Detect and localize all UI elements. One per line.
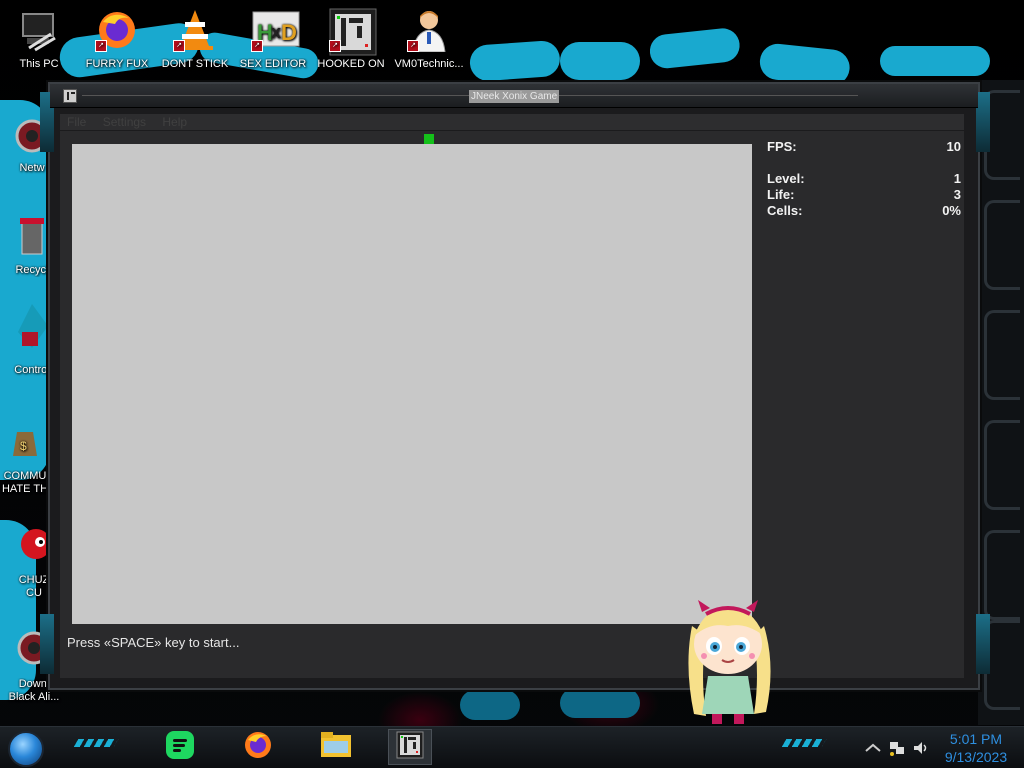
- stat-life: Life: 3: [767, 187, 961, 203]
- network-tray-icon[interactable]: [888, 739, 906, 757]
- xonix-game-icon: ↗: [329, 8, 377, 56]
- xonix-game-icon: [396, 731, 424, 764]
- menu-help[interactable]: Help: [162, 114, 187, 130]
- window-frame-decoration: [976, 614, 990, 674]
- taskbar-clock[interactable]: 5:01 PM 9/13/2023: [936, 730, 1016, 766]
- recycle-bin-icon: [14, 216, 50, 255]
- system-tray: 5:01 PM 9/13/2023: [864, 727, 1016, 768]
- vlc-cone-icon: ↗: [173, 8, 217, 52]
- svg-text:x: x: [271, 22, 281, 42]
- hxd-editor-icon: H x D ↗: [251, 8, 300, 52]
- xonix-app-icon[interactable]: [63, 89, 77, 103]
- taskbar-xonix-game[interactable]: [388, 729, 432, 765]
- shortcut-arrow-icon: ↗: [173, 40, 185, 52]
- stat-fps-value: 10: [946, 139, 961, 154]
- window-frame-decoration: [40, 614, 54, 674]
- status-message: Press «SPACE» key to start...: [67, 635, 240, 650]
- svg-text:$: $: [20, 439, 27, 453]
- stat-level-value: 1: [953, 171, 961, 186]
- money-bag-icon: $: [7, 422, 43, 458]
- stat-cells: Cells: 0%: [767, 203, 961, 219]
- firefox-icon: [243, 730, 273, 765]
- window-titlebar[interactable]: JNeek Xonix Game: [50, 84, 978, 108]
- control-panel-icon: [14, 302, 50, 352]
- shortcut-arrow-icon: ↗: [329, 40, 341, 52]
- taskbar-firefox[interactable]: [236, 729, 280, 765]
- stat-fps-label: FPS:: [767, 139, 797, 154]
- firefox-icon: ↗: [95, 8, 139, 52]
- stat-cells-label: Cells:: [767, 203, 803, 218]
- desktop-icon-dont-stick[interactable]: ↗ DONT STICK: [156, 8, 234, 71]
- desktop-icon-vm0technic[interactable]: ↗ VM0Technic...: [390, 8, 468, 71]
- doctor-avatar-icon: ↗: [407, 8, 451, 53]
- taskbar-file-explorer[interactable]: [314, 729, 358, 765]
- xonix-game-window[interactable]: JNeek Xonix Game File Settings Help FPS:…: [40, 82, 990, 690]
- menu-bar: File Settings Help: [60, 114, 964, 130]
- desktop-icon-commu[interactable]: $ COMMU HATE TH: [0, 422, 50, 496]
- desktop-icon-label: DONT STICK: [161, 58, 229, 70]
- desktop-icon-label: VM0Technic...: [394, 58, 464, 70]
- desktop-icon-this-pc[interactable]: This PC: [0, 8, 78, 71]
- menu-settings[interactable]: Settings: [103, 114, 146, 130]
- shortcut-arrow-icon: ↗: [407, 40, 419, 52]
- window-frame-decoration: [976, 92, 990, 152]
- stat-life-value: 3: [953, 187, 961, 202]
- volume-icon[interactable]: [912, 739, 930, 757]
- taskbar-spotify[interactable]: [158, 729, 202, 765]
- start-button[interactable]: [8, 731, 44, 767]
- spotify-icon: [165, 730, 195, 765]
- player-marker: [424, 134, 434, 144]
- shortcut-arrow-icon: ↗: [251, 40, 263, 52]
- file-explorer-icon: [320, 731, 352, 764]
- desktop-icon-label: SEX EDITOR: [239, 58, 307, 70]
- desktop-icon-label: HOOKED ON: [317, 58, 385, 70]
- stats-panel: FPS: 10 Level: 1 Life: 3 Cells: 0%: [767, 139, 961, 219]
- desktop-icon-label: COMMU: [3, 470, 47, 482]
- stat-fps: FPS: 10: [767, 139, 961, 155]
- desktop-icon-hooked-on[interactable]: ↗ HOOKED ON: [312, 8, 390, 71]
- show-hidden-icons-icon[interactable]: [864, 739, 882, 757]
- desktop-icon-furry-fux[interactable]: ↗ FURRY FUX: [78, 8, 156, 71]
- menu-file[interactable]: File: [67, 114, 86, 130]
- game-client-area: FPS: 10 Level: 1 Life: 3 Cells: 0% Press…: [60, 131, 964, 678]
- desktop-icon-label: FURRY FUX: [85, 58, 149, 70]
- svg-text:D: D: [281, 20, 297, 45]
- stat-life-label: Life:: [767, 187, 795, 202]
- cartoon-sticker: [676, 596, 780, 726]
- taskbar-decoration: [73, 739, 119, 747]
- game-playfield[interactable]: [72, 134, 752, 624]
- desktop-icon-sex-editor[interactable]: H x D ↗ SEX EDITOR: [234, 8, 312, 71]
- stat-level-label: Level:: [767, 171, 805, 186]
- desktop-icon-label-line2: HATE TH: [1, 483, 49, 495]
- desktop-icon-label: This PC: [19, 58, 59, 70]
- clock-date: 9/13/2023: [944, 749, 1008, 765]
- computer-icon: [17, 8, 61, 52]
- taskbar-decoration: [781, 739, 827, 747]
- red-creature-icon: [16, 526, 52, 562]
- window-title: JNeek Xonix Game: [469, 90, 560, 103]
- taskbar: 5:01 PM 9/13/2023: [0, 726, 1024, 768]
- clock-time: 5:01 PM: [949, 731, 1003, 747]
- desktop-icon-label-line2: Black Ali...: [8, 691, 60, 703]
- stat-level: Level: 1: [767, 171, 961, 187]
- stat-cells-value: 0%: [942, 203, 961, 218]
- shortcut-arrow-icon: ↗: [95, 40, 107, 52]
